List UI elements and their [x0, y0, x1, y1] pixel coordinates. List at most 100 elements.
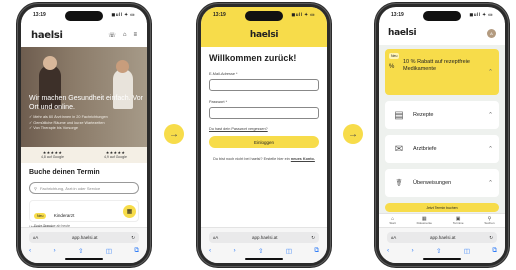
tab-label: Termine: [452, 220, 464, 225]
status-icons: ◼︎ull ✦ ▭: [291, 12, 315, 17]
tab-bar: ⌂ Start ▦ Dokumente ▣ Termine ⚲ Suchen: [379, 213, 505, 227]
booking-title: Buche deinen Termin: [29, 169, 100, 176]
reload-icon[interactable]: ↻: [311, 235, 315, 241]
forward-icon[interactable]: ›: [412, 247, 414, 255]
home-indicator: [65, 258, 103, 260]
search-icon: ⚲: [34, 185, 37, 191]
tabs-icon[interactable]: ⧉: [492, 247, 497, 255]
browser-toolbar: ‹ › ⇧ ◫ ⧉: [387, 247, 497, 255]
share-icon[interactable]: ⇧: [78, 247, 83, 255]
stethoscope-icon: ☤: [395, 177, 403, 189]
service-card[interactable]: Neu Kinderarzt Erste Termine ab heute ▦: [29, 200, 139, 228]
home-icon[interactable]: ⌂: [123, 32, 127, 39]
text-size-button[interactable]: ᴀA: [391, 235, 396, 240]
status-time: 13:19: [391, 12, 404, 18]
register-text: Du bist noch nicht bei haelsi? Erstelle …: [209, 157, 319, 163]
tab-start[interactable]: ⌂ Start: [389, 216, 396, 225]
hero-point: Von Therapie bis Vorsorge: [29, 126, 108, 132]
card-title: Kinderarzt: [53, 213, 75, 218]
hero-banner: Wir machen Gesundheit einfach. Vor Ort u…: [21, 47, 147, 151]
tile-label: Arztbriefe: [413, 146, 437, 152]
url-text: app.haelsi.at: [429, 235, 456, 240]
letter-icon: ✉: [394, 143, 404, 155]
screen-dashboard: 13:19 ◼︎ull ✦ ▭ haelsi A Neu % 10 % Raba…: [379, 7, 505, 263]
back-icon[interactable]: ‹: [387, 247, 389, 255]
text-size-button[interactable]: ᴀA: [213, 235, 218, 240]
search-input[interactable]: ⚲ Fachrichtung, Ärzt:in oder Service: [29, 182, 139, 194]
bookmarks-icon[interactable]: ◫: [106, 247, 112, 255]
tab-label: Start: [389, 220, 396, 225]
tabs-icon[interactable]: ⧉: [314, 247, 319, 255]
screen-login: 13:19 ◼︎ull ✦ ▭ haelsi Willkommen zurück…: [201, 7, 327, 263]
bookmarks-icon[interactable]: ◫: [464, 247, 470, 255]
site-header: haelsi ☏ ⌂ ≡: [21, 23, 147, 47]
tile-ueberweisungen[interactable]: ☤ Überweisungen ⌃: [385, 169, 499, 197]
forward-icon[interactable]: ›: [54, 247, 56, 255]
status-time: 13:19: [213, 12, 226, 18]
browser-bar: ᴀA app.haelsi.at ↻ ‹ › ⇧ ◫ ⧉: [201, 227, 327, 263]
address-bar[interactable]: ᴀA app.haelsi.at ↻: [387, 232, 497, 243]
password-label: Passwort *: [209, 100, 228, 104]
browser-toolbar: ‹ › ⇧ ◫ ⧉: [29, 247, 139, 255]
home-indicator: [245, 258, 283, 260]
status-time: 13:19: [33, 12, 46, 18]
app-header: haelsi A: [379, 23, 505, 43]
ratings-bar: ★★★★★ 4,8 auf Google ★★★★★ 4,9 auf Googl…: [21, 147, 147, 163]
logo[interactable]: haelsi: [250, 30, 279, 40]
address-bar[interactable]: ᴀA app.haelsi.at ↻: [29, 232, 139, 243]
reload-icon[interactable]: ↻: [131, 235, 135, 241]
login-button[interactable]: Einloggen: [209, 136, 319, 148]
book-appointment-button[interactable]: Jetzt Termin buchen: [385, 203, 499, 212]
notch: [423, 11, 461, 21]
phone-icon[interactable]: ☏: [108, 32, 116, 39]
new-badge: Neu: [34, 213, 47, 219]
hero-points: Mehr als 60 Ärzt:innen in 20 Fachrichtun…: [29, 115, 108, 132]
login-header: haelsi: [201, 23, 327, 47]
url-text: app.haelsi.at: [251, 235, 278, 240]
share-icon[interactable]: ⇧: [258, 247, 263, 255]
promo-card[interactable]: Neu % 10 % Rabatt auf rezeptfreie Medika…: [385, 49, 499, 95]
share-icon[interactable]: ⇧: [436, 247, 441, 255]
back-icon[interactable]: ‹: [29, 247, 31, 255]
login-form: Willkommen zurück! E-Mail-Adresse * Pass…: [209, 53, 319, 163]
password-field[interactable]: [209, 107, 319, 119]
hero-point: Mehr als 60 Ärzt:innen in 20 Fachrichtun…: [29, 115, 108, 121]
tab-termine[interactable]: ▣ Termine: [452, 216, 464, 225]
back-icon[interactable]: ‹: [209, 247, 211, 255]
search-placeholder: Fachrichtung, Ärzt:in oder Service: [39, 185, 101, 191]
browser-bar: ᴀA app.haelsi.at ↻ ‹ › ⇧ ◫ ⧉: [21, 227, 147, 263]
arrow-right-icon: →: [164, 124, 184, 144]
address-bar[interactable]: ᴀA app.haelsi.at ↻: [209, 232, 319, 243]
register-link[interactable]: neues Konto.: [291, 157, 315, 161]
tab-suchen[interactable]: ⚲ Suchen: [484, 216, 495, 225]
status-icons: ◼︎ull ✦ ▭: [469, 12, 493, 17]
calendar-icon[interactable]: ▦: [123, 205, 136, 218]
rating-label: 4,8 auf Google: [41, 155, 64, 159]
promo-text: 10 % Rabatt auf rezeptfreie Medikamente: [403, 59, 470, 72]
avatar[interactable]: A: [487, 28, 496, 38]
tile-rezepte[interactable]: ▤ Rezepte ⌃: [385, 101, 499, 129]
tab-label: Dokumente: [416, 220, 432, 225]
tile-label: Rezepte: [413, 112, 434, 118]
notch: [245, 11, 283, 21]
reload-icon[interactable]: ↻: [489, 235, 493, 241]
screen-homepage: 13:19 ◼︎ull ✦ ▭ haelsi ☏ ⌂ ≡ Wir machen …: [21, 7, 147, 263]
forgot-password-link[interactable]: Du hast dein Passwort vergessen?: [209, 127, 319, 131]
logo[interactable]: haelsi: [31, 30, 63, 41]
hero-title: Wir machen Gesundheit einfach. Vor Ort u…: [29, 95, 144, 111]
forward-icon[interactable]: ›: [234, 247, 236, 255]
booking-section: Buche deinen Termin ⚲ Fachrichtung, Ärzt…: [29, 165, 139, 229]
email-field[interactable]: [209, 79, 319, 91]
logo[interactable]: haelsi: [388, 28, 417, 38]
bookmarks-icon[interactable]: ◫: [286, 247, 292, 255]
email-label: E-Mail-Adresse *: [209, 72, 238, 76]
prescription-icon: ▤: [394, 109, 404, 121]
percent-icon: %: [389, 64, 395, 70]
tile-arztbriefe[interactable]: ✉ Arztbriefe ⌃: [385, 135, 499, 163]
tab-dokumente[interactable]: ▦ Dokumente: [416, 216, 432, 225]
tab-label: Suchen: [484, 220, 495, 225]
browser-bar: ᴀA app.haelsi.at ↻ ‹ › ⇧ ◫ ⧉: [379, 227, 505, 263]
menu-icon[interactable]: ≡: [133, 32, 137, 39]
tabs-icon[interactable]: ⧉: [134, 247, 139, 255]
text-size-button[interactable]: ᴀA: [33, 235, 38, 240]
